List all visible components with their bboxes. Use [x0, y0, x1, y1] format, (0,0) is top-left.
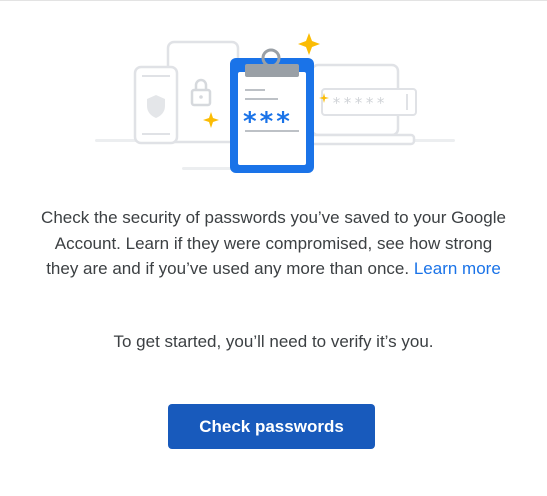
- clipboard-mask-text: ***: [242, 107, 292, 137]
- password-mask-text: *****: [332, 94, 387, 112]
- verify-text: To get started, you’ll need to verify it…: [113, 332, 434, 351]
- description-text: Check the security of passwords you’ve s…: [40, 205, 507, 282]
- check-passwords-button[interactable]: Check passwords: [168, 404, 375, 449]
- tablet-icon: [166, 40, 240, 144]
- learn-more-link[interactable]: Learn more: [414, 259, 501, 278]
- top-divider: [0, 0, 547, 1]
- clipboard-icon: ***: [230, 48, 314, 173]
- password-checkup-illustration: ***** ***: [95, 33, 455, 173]
- phone-icon: [133, 65, 179, 145]
- password-field-icon: *****: [321, 88, 417, 116]
